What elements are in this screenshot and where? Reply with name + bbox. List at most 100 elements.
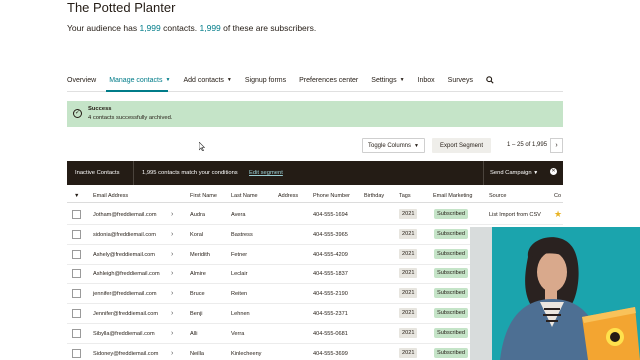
tag-badge[interactable]: 2021 bbox=[399, 228, 418, 239]
segment-name[interactable]: Inactive Contacts bbox=[75, 170, 119, 176]
row-checkbox[interactable] bbox=[72, 229, 81, 239]
star-icon[interactable]: ★ bbox=[554, 209, 562, 220]
send-campaign-dropdown[interactable]: Send Campaign ▼ bbox=[490, 170, 538, 176]
cell-email[interactable]: sidonia@freddiemail.com bbox=[93, 232, 156, 238]
nav-settings[interactable]: Settings ▼ bbox=[371, 77, 404, 84]
cell-last-name: Reiten bbox=[231, 291, 248, 298]
cell-phone: 404-555-3965 bbox=[313, 231, 348, 238]
export-segment-button[interactable]: Export Segment bbox=[432, 138, 491, 153]
next-page-button[interactable]: › bbox=[550, 138, 563, 153]
row-checkbox[interactable] bbox=[72, 289, 81, 299]
cell-last-name: Leclair bbox=[231, 271, 248, 278]
cell-email[interactable]: Sidoney@freddiemail.com bbox=[93, 351, 158, 357]
nav-manage-contacts-label: Manage contacts bbox=[109, 76, 163, 84]
col-phone[interactable]: Phone Number bbox=[313, 193, 350, 199]
cell-phone: 404-555-3699 bbox=[313, 350, 348, 357]
chevron-right-icon[interactable]: › bbox=[171, 270, 173, 277]
status-badge: Subscribed bbox=[434, 248, 468, 259]
row-checkbox[interactable] bbox=[72, 328, 81, 338]
pagination-text: 1 – 25 of 1,995 bbox=[507, 142, 548, 148]
bar-divider bbox=[483, 161, 484, 185]
cell-first-name: Benji bbox=[190, 311, 203, 317]
export-segment-label: Export Segment bbox=[439, 142, 484, 149]
cell-last-name: Bastress bbox=[231, 231, 253, 238]
tag-badge[interactable]: 2021 bbox=[399, 347, 418, 358]
cell-first-name: Koral bbox=[190, 231, 204, 238]
status-badge: Subscribed bbox=[434, 209, 468, 219]
status-badge: Subscribed bbox=[434, 228, 468, 239]
chevron-down-icon: ▼ bbox=[414, 142, 419, 149]
nav-inbox-label: Inbox bbox=[417, 76, 435, 84]
search-icon[interactable] bbox=[486, 76, 494, 84]
col-address[interactable]: Address bbox=[278, 193, 298, 199]
col-source[interactable]: Source bbox=[489, 193, 506, 199]
toggle-columns-button[interactable]: Toggle Columns ▼ bbox=[362, 138, 425, 153]
row-checkbox[interactable] bbox=[72, 249, 81, 259]
subscribers-count[interactable]: 1,999 bbox=[200, 23, 221, 33]
nav-preferences-center[interactable]: Preferences center bbox=[299, 77, 358, 84]
col-last-name[interactable]: Last Name bbox=[231, 193, 258, 199]
summary-mid: contacts. bbox=[160, 23, 200, 33]
cell-email[interactable]: Ashleigh@freddiemail.com bbox=[93, 271, 160, 277]
status-badge: Subscribed bbox=[434, 288, 468, 299]
col-tags[interactable]: Tags bbox=[399, 193, 411, 199]
tag-badge[interactable]: 2021 bbox=[399, 327, 418, 338]
chevron-right-icon[interactable]: › bbox=[171, 290, 173, 297]
cell-email[interactable]: jennifer@freddiemail.com bbox=[93, 291, 157, 297]
select-all-chevron-icon[interactable]: ▼ bbox=[74, 193, 79, 199]
chevron-right-icon[interactable]: › bbox=[171, 350, 173, 357]
chevron-right-icon[interactable]: › bbox=[171, 211, 173, 218]
cell-first-name: Audra bbox=[190, 212, 205, 218]
success-alert: ✓ Success 4 contacts successfully archiv… bbox=[67, 101, 563, 127]
nav-add-contacts-label: Add contacts bbox=[183, 76, 224, 84]
tag-badge[interactable]: 2021 bbox=[399, 248, 418, 259]
chevron-right-icon[interactable]: › bbox=[171, 330, 173, 337]
cell-first-name: Alli bbox=[190, 330, 198, 337]
nav-inbox[interactable]: Inbox bbox=[418, 77, 435, 84]
row-checkbox[interactable] bbox=[72, 269, 81, 279]
cell-last-name: Kinlecheeny bbox=[231, 350, 262, 357]
presenter-illustration bbox=[470, 227, 640, 360]
close-icon[interactable]: ✕ bbox=[550, 168, 557, 175]
chevron-right-icon[interactable]: › bbox=[171, 231, 173, 238]
chevron-right-icon[interactable]: › bbox=[171, 310, 173, 317]
tag-badge[interactable]: 2021 bbox=[399, 209, 418, 219]
audience-nav: Overview Manage contacts ▼ Add contacts ▼ … bbox=[67, 74, 507, 86]
cell-phone: 404-555-2371 bbox=[313, 311, 348, 317]
nav-surveys-label: Surveys bbox=[447, 76, 473, 84]
chevron-down-icon: ▼ bbox=[165, 77, 171, 83]
row-checkbox[interactable] bbox=[72, 210, 81, 219]
cell-email[interactable]: Sibylla@freddiemail.com bbox=[93, 331, 155, 337]
cell-email[interactable]: Jotham@freddiemail.com bbox=[93, 212, 157, 218]
status-badge: Subscribed bbox=[434, 308, 468, 318]
cell-last-name: Lehnen bbox=[231, 311, 250, 317]
chevron-right-icon[interactable]: › bbox=[171, 251, 173, 258]
nav-manage-contacts[interactable]: Manage contacts ▼ bbox=[109, 77, 170, 84]
send-campaign-label: Send Campaign bbox=[490, 170, 532, 176]
cell-email[interactable]: Jennifer@freddiemail.com bbox=[93, 311, 158, 317]
col-birthday[interactable]: Birthday bbox=[364, 193, 384, 199]
mouse-cursor-icon bbox=[198, 141, 206, 153]
tag-badge[interactable]: 2021 bbox=[399, 268, 418, 279]
table-header: ▼ Email Address First Name Last Name Add… bbox=[67, 189, 563, 203]
check-circle-icon: ✓ bbox=[73, 109, 82, 118]
cell-email[interactable]: Ashely@freddiemail.com bbox=[93, 252, 155, 258]
table-row[interactable]: Jotham@freddiemail.com › Audra Avera 404-555… bbox=[67, 205, 563, 225]
toggle-columns-label: Toggle Columns bbox=[368, 142, 412, 149]
col-co[interactable]: Co bbox=[554, 193, 561, 199]
edit-segment-link[interactable]: Edit segment bbox=[249, 170, 283, 176]
row-checkbox[interactable] bbox=[72, 348, 81, 358]
col-email[interactable]: Email Address bbox=[93, 193, 128, 199]
nav-add-contacts[interactable]: Add contacts ▼ bbox=[183, 77, 231, 84]
tag-badge[interactable]: 2021 bbox=[399, 288, 418, 299]
row-checkbox[interactable] bbox=[72, 309, 81, 318]
contacts-count[interactable]: 1,999 bbox=[139, 23, 160, 33]
presenter-video bbox=[470, 227, 640, 360]
nav-surveys[interactable]: Surveys bbox=[448, 77, 473, 84]
col-first-name[interactable]: First Name bbox=[190, 193, 217, 199]
tag-badge[interactable]: 2021 bbox=[399, 308, 418, 318]
nav-overview[interactable]: Overview bbox=[67, 77, 96, 84]
cell-last-name: Avera bbox=[231, 212, 246, 218]
col-email-marketing[interactable]: Email Marketing bbox=[433, 193, 472, 199]
nav-signup-forms[interactable]: Signup forms bbox=[245, 77, 286, 84]
